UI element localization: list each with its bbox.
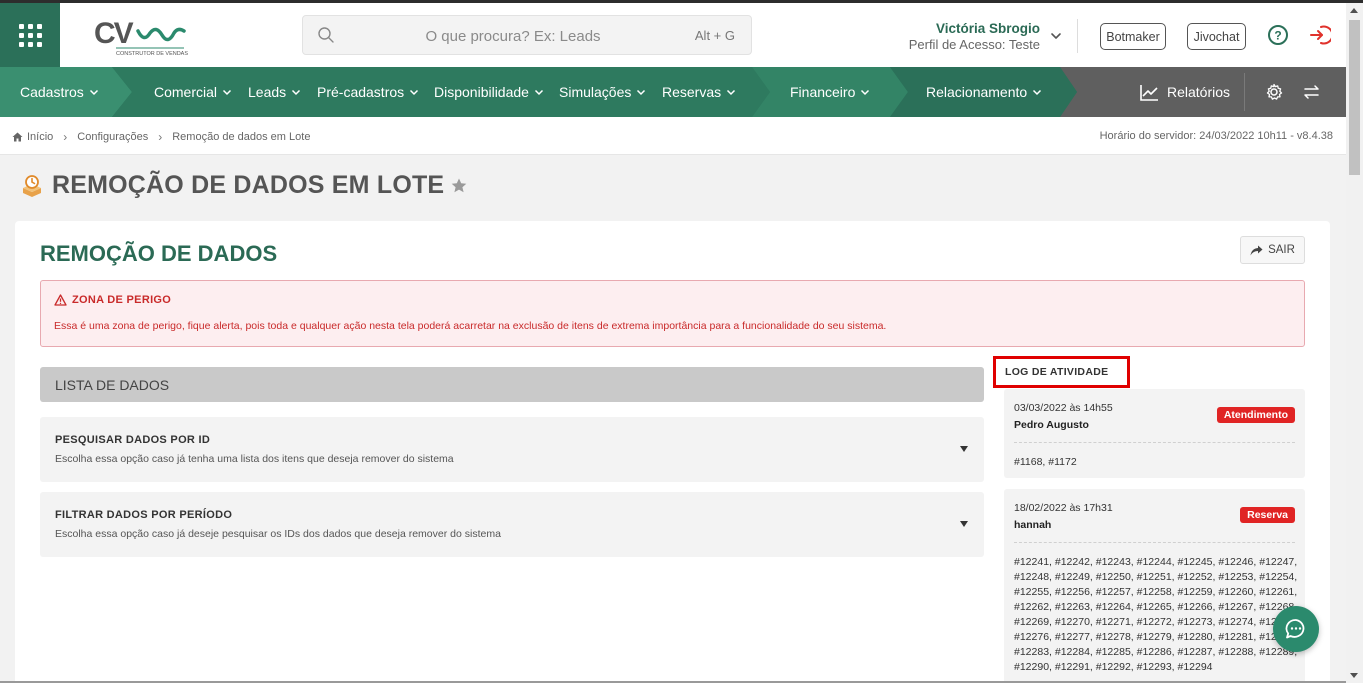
chat-button[interactable] [1273,606,1319,652]
status-badge: Reserva [1240,507,1295,523]
nav-relacionamento[interactable]: Relacionamento [926,67,1042,117]
home-icon [12,132,23,142]
scroll-down-arrow[interactable] [1350,673,1358,678]
log-entry: 18/02/2022 às 17h31 hannah Reserva #1224… [1004,489,1305,683]
main-nav: Cadastros Comercial Leads Pré-cadastros … [0,67,1346,117]
chevron-down-icon [861,89,870,96]
option-description: Escolha essa opção caso já tenha uma lis… [55,453,454,465]
nav-pre-cadastros[interactable]: Pré-cadastros [317,67,419,117]
gear-icon[interactable] [1265,83,1283,101]
logout-icon[interactable] [1309,24,1331,46]
log-date: 18/02/2022 às 17h31 [1014,502,1113,514]
log-user: hannah [1014,519,1052,531]
svg-text:CV: CV [94,17,134,50]
breadcrumb-separator: › [63,130,68,144]
user-info[interactable]: Victória Sbrogio Perfil de Acesso: Teste [909,21,1040,52]
page-scrollbar[interactable] [1346,3,1363,683]
help-icon[interactable]: ? [1267,24,1289,46]
user-name: Victória Sbrogio [935,21,1040,36]
warning-icon [54,294,67,306]
nav-relatorios[interactable]: Relatórios [1140,67,1230,117]
caret-down-icon [960,521,968,527]
breadcrumb-current: Remoção de dados em Lote [172,131,311,143]
search-by-id-option[interactable]: PESQUISAR DADOS POR ID Escolha essa opçã… [40,417,984,482]
log-user: Pedro Augusto [1014,419,1089,431]
breadcrumb-bar: Início › Configurações › Remoção de dado… [0,117,1346,155]
card-title: REMOÇÃO DE DADOS [40,241,278,266]
nav-simulacoes[interactable]: Simulações [559,67,646,117]
global-search: Alt + G [302,15,752,55]
chevron-down-icon [1033,89,1042,96]
chevron-down-icon [534,89,543,96]
chevron-down-icon[interactable] [1050,30,1062,42]
nav-leads[interactable]: Leads [248,67,301,117]
scroll-up-arrow[interactable] [1350,8,1358,13]
nav-divider [1244,73,1245,111]
exit-button[interactable]: SAIR [1240,236,1305,264]
option-title: PESQUISAR DADOS POR ID [55,434,211,446]
chevron-down-icon [637,89,646,96]
chat-bubble-icon [1285,619,1305,639]
breadcrumb-inicio[interactable]: Início [27,131,53,143]
chevron-down-icon [222,89,232,96]
page-heading: REMOÇÃO DE DADOS EM LOTE [52,171,445,199]
scrollbar-thumb[interactable] [1349,20,1360,175]
header-divider [1077,19,1078,53]
swap-icon[interactable] [1303,84,1320,100]
data-list-header: LISTA DE DADOS [40,367,984,402]
nav-reservas[interactable]: Reservas [662,67,736,117]
chevron-down-icon [410,89,419,96]
chart-line-icon [1140,84,1158,101]
option-title: FILTRAR DADOS POR PERÍODO [55,509,233,521]
server-time: Horário do servidor: 24/03/2022 10h11 - … [1099,130,1333,142]
search-input[interactable] [343,22,683,50]
log-divider [1014,442,1295,443]
jivochat-button[interactable]: Jivochat [1187,23,1246,50]
option-description: Escolha essa opção caso já deseje pesqui… [55,528,501,540]
svg-text:CONSTRUTOR DE VENDAS: CONSTRUTOR DE VENDAS [116,51,188,57]
chevron-down-icon [89,89,98,96]
app-header: CV CONSTRUTOR DE VENDAS Alt + G Victória… [0,3,1346,67]
nav-cadastros[interactable]: Cadastros [20,67,99,117]
apps-menu-button[interactable] [0,3,60,67]
star-icon[interactable] [450,177,468,195]
share-arrow-icon [1250,245,1263,255]
search-icon [318,27,334,43]
nav-comercial[interactable]: Comercial [154,67,232,117]
chevron-down-icon [727,89,736,96]
log-divider [1014,542,1295,543]
danger-text: Essa é uma zona de perigo, fique alerta,… [54,320,887,332]
chevron-down-icon [292,89,301,96]
grid-icon [18,23,42,47]
status-badge: Atendimento [1216,407,1295,423]
log-ids: #12241, #12242, #12243, #12244, #12245, … [1014,556,1298,673]
botmaker-button[interactable]: Botmaker [1100,23,1166,50]
page-title: REMOÇÃO DE DADOS EM LOTE [20,171,468,200]
caret-down-icon [960,446,968,452]
user-profile: Perfil de Acesso: Teste [908,37,1040,52]
log-ids: #1168, #1172 [1014,456,1077,468]
activity-log-title: LOG DE ATIVIDADE [993,356,1130,388]
danger-title: ZONA DE PERIGO [54,294,171,306]
log-entry: 03/03/2022 às 14h55 Pedro Augusto Atendi… [1004,389,1305,478]
data-removal-icon [23,174,41,197]
danger-alert: ZONA DE PERIGO Essa é uma zona de perigo… [40,280,1305,347]
nav-disponibilidade[interactable]: Disponibilidade [434,67,544,117]
nav-financeiro[interactable]: Financeiro [790,67,870,117]
breadcrumb-separator: › [158,130,163,144]
cv-logo[interactable]: CV CONSTRUTOR DE VENDAS [92,15,192,57]
search-shortcut-hint: Alt + G [694,28,735,43]
content-card: REMOÇÃO DE DADOS SAIR ZONA DE PERIGO Ess… [15,221,1330,683]
breadcrumb-configuracoes[interactable]: Configurações [77,131,148,143]
log-date: 03/03/2022 às 14h55 [1014,402,1113,414]
breadcrumb: Início › Configurações › Remoção de dado… [12,130,310,144]
svg-text:?: ? [1274,29,1281,43]
filter-by-period-option[interactable]: FILTRAR DADOS POR PERÍODO Escolha essa o… [40,492,984,557]
